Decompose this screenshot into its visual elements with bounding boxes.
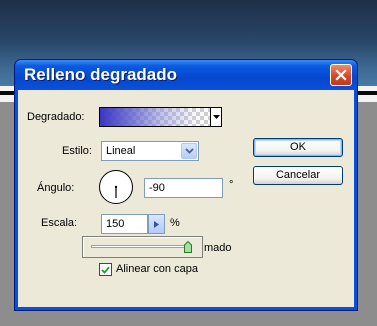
close-x-icon	[335, 69, 347, 81]
gradient-preview[interactable]	[99, 107, 211, 127]
dialog-body: Degradado: Estilo: Lineal Ángulo: -90 ° …	[18, 90, 354, 307]
gradient-label: Degradado:	[27, 111, 85, 123]
title-bar[interactable]: Relleno degradado	[15, 60, 357, 90]
triangle-right-icon	[154, 220, 159, 228]
gradient-picker-button[interactable]	[211, 107, 222, 127]
scale-slider-toggle[interactable]	[148, 214, 165, 234]
angle-input[interactable]: -90	[144, 178, 223, 198]
style-label: Estilo:	[62, 145, 92, 157]
style-select[interactable]: Lineal	[101, 141, 199, 161]
ok-button[interactable]: OK	[253, 138, 343, 157]
angle-unit: °	[229, 179, 234, 191]
chevron-down-icon	[184, 148, 194, 154]
angle-dial-needle	[114, 185, 118, 198]
align-with-layer-label: Alinear con capa	[116, 263, 198, 275]
scale-slider-track[interactable]	[91, 245, 191, 248]
occluded-label-fragment: mado	[204, 242, 232, 254]
scale-unit: %	[170, 217, 180, 229]
scale-slider-thumb[interactable]	[184, 241, 192, 253]
scale-input[interactable]: 150	[101, 214, 148, 234]
style-value: Lineal	[106, 145, 136, 157]
triangle-down-icon	[212, 115, 220, 119]
gradient-fill-dialog: Relleno degradado Degradado: Estilo: Lin…	[14, 59, 358, 311]
checkmark-icon	[101, 266, 110, 274]
align-with-layer-checkbox[interactable]	[99, 263, 112, 276]
angle-label: Ángulo:	[37, 182, 75, 194]
cancel-button[interactable]: Cancelar	[253, 166, 343, 185]
scale-label: Escala:	[41, 217, 78, 229]
angle-dial[interactable]	[99, 170, 133, 204]
close-button[interactable]	[330, 64, 352, 86]
scale-slider-popup	[82, 236, 203, 258]
dialog-title: Relleno degradado	[24, 65, 178, 84]
style-dropdown-button[interactable]	[181, 143, 197, 159]
